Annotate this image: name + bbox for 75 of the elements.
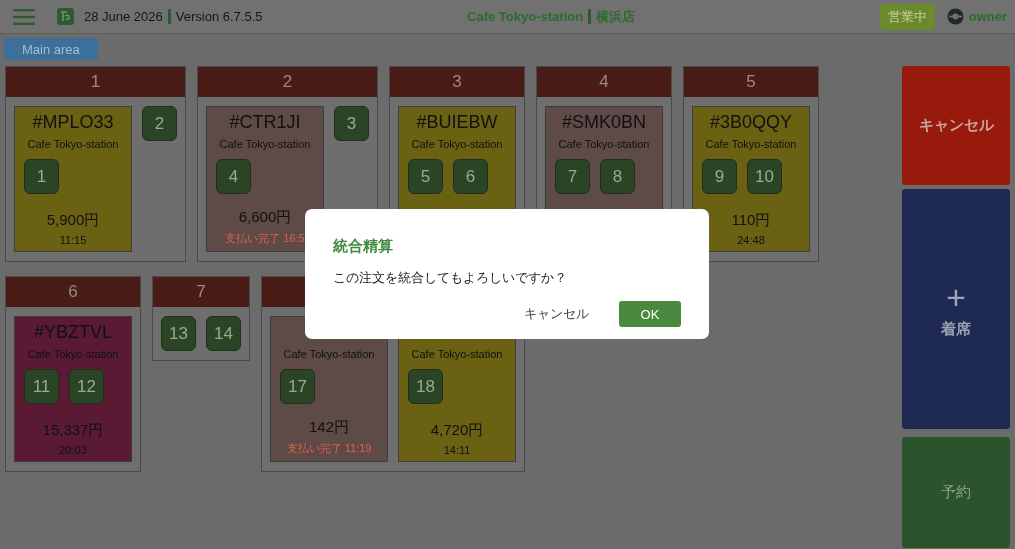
menu-icon[interactable]: [13, 8, 35, 25]
store-name: Cafe Tokyo-station: [467, 9, 584, 24]
seat-button[interactable]: 10: [747, 159, 782, 194]
app-logo-icon: [57, 8, 74, 25]
table-header[interactable]: 3: [390, 67, 524, 97]
order-code: #MPLO33: [32, 112, 114, 132]
seat-button[interactable]: 14: [206, 316, 241, 351]
order-card[interactable]: #MPLO33 Cafe Tokyo-station 1 5,900円 11:15: [14, 106, 132, 252]
area-tab[interactable]: Main area: [4, 38, 98, 60]
seat-button[interactable]: 12: [69, 369, 104, 404]
table-number: 1: [90, 72, 101, 92]
seat-button[interactable]: 2: [142, 106, 177, 141]
seat-button[interactable]: 8: [600, 159, 635, 194]
seat-button[interactable]: 3: [334, 106, 369, 141]
table-number: 3: [452, 72, 462, 92]
order-code: #BUIEBW: [416, 112, 498, 132]
order-price: 6,600円: [238, 208, 292, 227]
order-time: 11:15: [59, 234, 87, 246]
ok-button[interactable]: OK: [619, 301, 681, 327]
order-store: Cafe Tokyo-station: [411, 138, 503, 150]
seat-button[interactable]: 5: [408, 159, 443, 194]
table-header[interactable]: 1: [6, 67, 185, 97]
order-price: 110円: [731, 211, 771, 230]
order-store: Cafe Tokyo-station: [219, 138, 311, 150]
table-header[interactable]: 7: [153, 277, 249, 307]
seat-button[interactable]: 4: [216, 159, 251, 194]
order-time: 20:03: [59, 444, 87, 456]
seat-button[interactable]: 17: [280, 369, 315, 404]
dialog-message: この注文を統合してもよろしいですか？: [333, 269, 567, 287]
dialog-title: 統合精算: [333, 237, 393, 256]
table-header[interactable]: 2: [198, 67, 377, 97]
side-button[interactable]: キャンセル: [902, 66, 1010, 185]
table-number: 6: [68, 282, 78, 302]
date-text: 28 June 2026: [84, 9, 163, 24]
order-price: 142円: [309, 418, 349, 437]
table-number: 2: [282, 72, 293, 92]
order-price: 5,900円: [46, 211, 100, 230]
seat-button[interactable]: 6: [453, 159, 488, 194]
order-code: #3B0QQY: [709, 112, 792, 132]
table-header[interactable]: 4: [537, 67, 671, 97]
order-price: 4,720円: [430, 421, 484, 440]
order-code: #SMK0BN: [561, 112, 646, 132]
seat-button[interactable]: 9: [702, 159, 737, 194]
table-header[interactable]: 6: [6, 277, 140, 307]
table-number: 7: [196, 282, 206, 302]
order-time: 24:48: [737, 234, 765, 246]
paid-status: 支払い完了 11:19: [286, 441, 372, 456]
order-card[interactable]: #YBZTVL Cafe Tokyo-station 11 12 15,337円 20:03: [14, 316, 132, 462]
order-card[interactable]: #3B0QQY Cafe Tokyo-station 9 10 110円 24:48: [692, 106, 810, 252]
order-store: Cafe Tokyo-station: [283, 348, 375, 360]
seat-button[interactable]: 18: [408, 369, 443, 404]
table-header[interactable]: 5: [684, 67, 818, 97]
seat-button[interactable]: 11: [24, 369, 59, 404]
order-price: 15,337円: [42, 421, 104, 440]
order-store: Cafe Tokyo-station: [27, 138, 119, 150]
branch-name: 横浜店: [596, 7, 636, 26]
side-button[interactable]: + 着席: [902, 189, 1010, 429]
order-code: #YBZTVL: [34, 322, 112, 342]
order-store: Cafe Tokyo-station: [27, 348, 119, 360]
seat-button[interactable]: 7: [555, 159, 590, 194]
user-avatar-icon[interactable]: [946, 8, 964, 25]
seat-button[interactable]: 13: [161, 316, 196, 351]
table-number: 4: [599, 72, 609, 92]
table-number: 5: [746, 72, 756, 92]
order-store: Cafe Tokyo-station: [411, 348, 503, 360]
side-button[interactable]: 予約: [902, 437, 1010, 548]
order-time: 14:11: [443, 444, 471, 456]
order-store: Cafe Tokyo-station: [705, 138, 797, 150]
order-card[interactable]: #CTR1JI Cafe Tokyo-station 4 6,600円 支払い完了 16:5: [206, 106, 324, 252]
order-code: #CTR1JI: [229, 112, 301, 132]
order-store: Cafe Tokyo-station: [558, 138, 650, 150]
version-text: Version 6.7.5.5: [175, 9, 263, 24]
status-badge: 営業中: [879, 3, 935, 30]
paid-status: 支払い完了 16:5: [225, 231, 305, 246]
seat-button[interactable]: 1: [24, 159, 59, 194]
